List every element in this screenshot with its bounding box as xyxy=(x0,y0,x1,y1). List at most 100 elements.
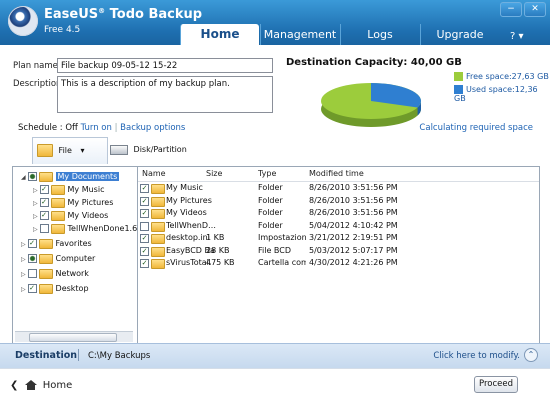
folder-tree: ◢ My Documents ▷ ✓ My Music ▷ ✓ My Pictures ▷… xyxy=(13,167,138,345)
cell-name: desktop.ini xyxy=(166,233,210,242)
file-selection-panel: ◢ My Documents ▷ ✓ My Music ▷ ✓ My Pictures ▷… xyxy=(12,166,540,346)
legend-free: Free space:27,63 GB xyxy=(454,72,549,81)
destination-label: Destination xyxy=(15,350,78,361)
file-dropdown-icon[interactable]: ▾ xyxy=(80,146,84,155)
folder-icon xyxy=(50,223,65,234)
tree-item-checkbox[interactable]: ✓ xyxy=(39,198,49,207)
back-chevron-icon: ❮ xyxy=(10,380,19,391)
cell-type: Folder xyxy=(258,183,283,192)
tree-scroll-thumb[interactable] xyxy=(29,333,117,342)
table-row[interactable]: ✓ sVirusTotal.475 KB Cartella compr4/30/20… xyxy=(138,257,539,269)
tree-item-label: Favorites xyxy=(55,239,92,248)
minimize-button[interactable]: − xyxy=(500,2,522,17)
cell-type: File BCD xyxy=(258,245,292,255)
table-row[interactable]: ✓ desktop.ini1 KB Impostazioni c3/21/2012 … xyxy=(138,232,539,244)
table-row[interactable]: ✓ My Music Folder 8/26/2010 3:51:56 PM xyxy=(138,182,539,194)
tree-item[interactable]: ▷ ✓ My Pictures xyxy=(33,196,113,209)
folder-icon xyxy=(151,196,165,207)
disk-partition-label: Disk/Partition xyxy=(133,145,187,154)
tree-item-checkbox[interactable]: ✓ xyxy=(39,211,49,220)
plan-name-input[interactable]: File backup 09-05-12 15-22 xyxy=(57,58,273,73)
legend-used-swatch xyxy=(454,85,463,94)
table-row[interactable]: TellWhenD… Folder 5/04/2012 4:10:42 PM xyxy=(138,220,539,232)
tree-item[interactable]: ▷ ✓ Favorites xyxy=(21,237,92,250)
tree-item[interactable]: ◢ My Documents xyxy=(21,170,120,183)
file-icon xyxy=(151,259,165,269)
row-checkbox[interactable]: ✓ xyxy=(140,259,149,268)
tree-item-label: My Videos xyxy=(67,211,109,220)
tree-item-checkbox[interactable] xyxy=(27,269,37,278)
tab-home[interactable]: Home xyxy=(180,24,259,45)
row-checkbox[interactable]: ✓ xyxy=(140,234,149,243)
proceed-button[interactable]: Proceed xyxy=(474,376,518,393)
tree-item-checkbox[interactable] xyxy=(39,224,49,233)
folder-icon xyxy=(50,197,65,208)
table-row[interactable]: ✓ My Videos Folder 8/26/2010 3:51:56 PM xyxy=(138,207,539,219)
folder-icon xyxy=(38,253,53,264)
turn-on-link[interactable]: Turn on xyxy=(81,123,112,133)
destination-path: C:\My Backups xyxy=(88,351,151,361)
footer-bar: ❮ Home Proceed xyxy=(0,368,550,410)
file-icon xyxy=(151,234,165,244)
tree-item-checkbox[interactable]: ✓ xyxy=(39,185,49,194)
column-type[interactable]: Type xyxy=(258,169,276,178)
destination-capacity-title: Destination Capacity: 40,00 GB xyxy=(286,57,462,68)
cell-modified: 4/30/2012 4:21:26 PM xyxy=(309,258,398,267)
cell-modified: 8/26/2010 3:51:56 PM xyxy=(309,183,398,192)
tree-item-label: TellWhenDone1.6.0 xyxy=(67,224,138,233)
cell-modified: 8/26/2010 3:51:56 PM xyxy=(309,195,398,205)
collapse-up-icon[interactable]: ⌃ xyxy=(524,348,538,362)
home-nav[interactable]: ❮ Home xyxy=(10,380,72,391)
tree-item[interactable]: ▷ Computer xyxy=(21,252,95,265)
row-checkbox[interactable]: ✓ xyxy=(140,209,149,218)
folder-icon xyxy=(38,283,53,294)
tree-item-checkbox[interactable]: ✓ xyxy=(27,284,37,293)
cell-type: Impostazioni c xyxy=(258,233,306,242)
app-name-brand: EaseUS xyxy=(44,7,99,22)
cell-name: My Pictures xyxy=(166,195,212,205)
app-logo-icon xyxy=(8,6,38,36)
tree-item[interactable]: ▷ ✓ My Music xyxy=(33,183,104,196)
tree-item[interactable]: ▷ TellWhenDone1.6.0 xyxy=(33,222,138,235)
description-input[interactable]: This is a description of my backup plan. xyxy=(57,76,273,113)
tree-item[interactable]: ▷ Network xyxy=(21,267,89,280)
file-icon xyxy=(151,246,165,257)
tree-item-label: My Documents xyxy=(55,172,120,181)
column-modified-time[interactable]: Modified time xyxy=(309,169,364,178)
column-size[interactable]: Size xyxy=(206,169,222,178)
row-checkbox[interactable]: ✓ xyxy=(140,246,149,256)
tab-logs[interactable]: Logs xyxy=(340,24,419,45)
destination-divider xyxy=(78,349,79,361)
app-name: EaseUS® Todo Backup xyxy=(44,7,202,22)
cell-size: 475 KB xyxy=(206,258,235,267)
tab-disk-partition-source[interactable]: Disk/Partition xyxy=(106,137,210,163)
tab-management[interactable]: Management xyxy=(260,24,339,45)
table-row[interactable]: ✓ My Pictures Folder 8/26/2010 3:51:56 PM xyxy=(138,195,539,207)
cell-size: 1 KB xyxy=(206,233,225,242)
row-checkbox[interactable]: ✓ xyxy=(140,196,149,206)
tree-item[interactable]: ▷ ✓ My Videos xyxy=(33,209,108,222)
column-name[interactable]: Name xyxy=(142,169,166,178)
backup-options-link[interactable]: Backup options xyxy=(120,123,185,133)
table-row[interactable]: ✓ EasyBCD Ba 28 KB File BCD 5/03/2012 5:07:1… xyxy=(138,245,539,257)
tree-item-checkbox[interactable] xyxy=(27,172,37,181)
legend-used: Used space:12,36 GB xyxy=(454,85,550,103)
destination-modify-link[interactable]: Click here to modify. xyxy=(433,351,520,361)
cell-name: TellWhenD… xyxy=(166,220,217,230)
tree-item-checkbox[interactable] xyxy=(27,254,37,263)
folder-icon xyxy=(151,184,165,194)
help-menu-icon[interactable]: ? ▾ xyxy=(510,31,524,42)
tab-file-source[interactable]: File ▾ xyxy=(32,137,108,164)
row-checkbox[interactable]: ✓ xyxy=(140,184,149,193)
cell-type: Cartella compr xyxy=(258,258,306,267)
tab-upgrade[interactable]: Upgrade xyxy=(420,24,499,45)
title-bar: EaseUS® Todo Backup Free 4.5 − ✕ Home Ma… xyxy=(0,0,550,45)
tree-item-checkbox[interactable]: ✓ xyxy=(27,239,37,248)
folder-icon xyxy=(38,268,53,279)
tree-horizontal-scrollbar[interactable] xyxy=(15,331,133,342)
calculating-required-space[interactable]: Calculating required space xyxy=(419,123,533,133)
row-checkbox[interactable] xyxy=(140,221,149,231)
tree-item[interactable]: ▷ ✓ Desktop xyxy=(21,282,89,295)
close-button[interactable]: ✕ xyxy=(524,2,546,17)
cell-modified: 5/04/2012 4:10:42 PM xyxy=(309,220,398,230)
